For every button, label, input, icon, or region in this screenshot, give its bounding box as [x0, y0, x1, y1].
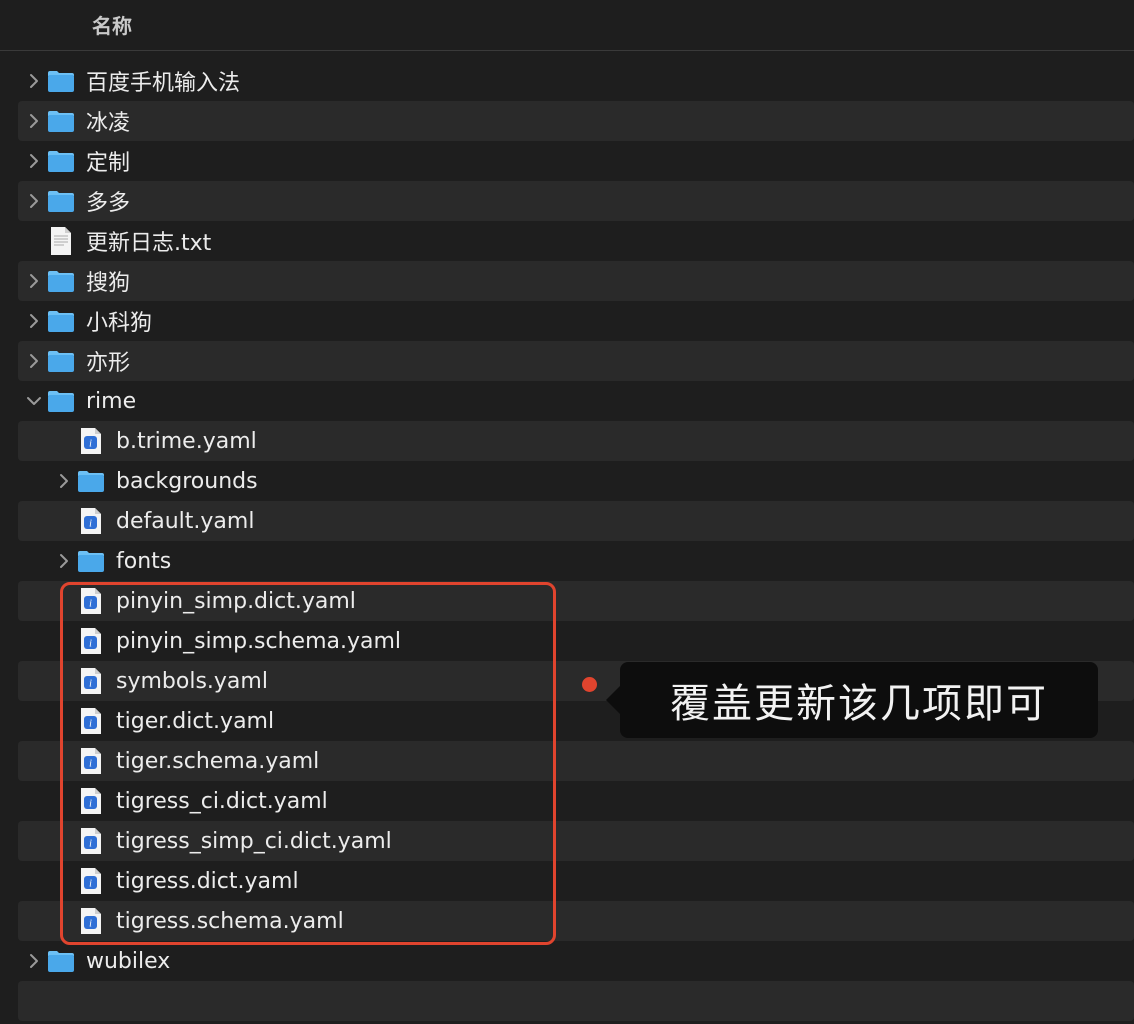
list-item[interactable]: 定制: [0, 141, 1134, 181]
folder-icon: [46, 66, 76, 96]
chevron-right-icon[interactable]: [56, 461, 72, 501]
list-item[interactable]: rime: [0, 381, 1134, 421]
chevron-down-icon[interactable]: [26, 381, 42, 421]
folder-icon: [46, 186, 76, 216]
list-item[interactable]: 多多: [0, 181, 1134, 221]
svg-text:i: i: [89, 439, 92, 450]
folder-icon: [46, 306, 76, 336]
list-item[interactable]: i b.trime.yaml: [0, 421, 1134, 461]
chevron-right-icon[interactable]: [26, 141, 42, 181]
chevron-right-icon[interactable]: [26, 301, 42, 341]
folder-icon: [46, 146, 76, 176]
item-name: 定制: [86, 151, 131, 176]
folder-icon: [76, 546, 106, 576]
item-name: wubilex: [86, 948, 171, 974]
chevron-right-icon[interactable]: [56, 541, 72, 581]
item-name: fonts: [116, 548, 172, 574]
yaml-file-icon: i: [76, 506, 106, 536]
folder-icon: [46, 946, 76, 976]
item-name: 搜狗: [86, 271, 131, 296]
empty-row: [0, 981, 1134, 1021]
text-file-icon: [46, 226, 76, 256]
item-name: 百度手机输入法: [86, 71, 241, 96]
folder-icon: [76, 466, 106, 496]
list-item[interactable]: 小科狗: [0, 301, 1134, 341]
column-header-name[interactable]: 名称: [92, 10, 132, 39]
chevron-right-icon[interactable]: [26, 341, 42, 381]
chevron-right-icon[interactable]: [26, 261, 42, 301]
folder-icon: [46, 266, 76, 296]
folder-icon: [46, 386, 76, 416]
list-item[interactable]: 更新日志.txt: [0, 221, 1134, 261]
highlight-box: [60, 582, 556, 945]
item-name: 亦形: [86, 351, 131, 376]
list-item[interactable]: backgrounds: [0, 461, 1134, 501]
list-item[interactable]: fonts: [0, 541, 1134, 581]
annotation-callout: 覆盖更新该几项即可: [606, 662, 1098, 738]
list-item[interactable]: 冰凌: [0, 101, 1134, 141]
annotation-text: 覆盖更新该几项即可: [670, 681, 1048, 727]
chevron-right-icon[interactable]: [26, 61, 42, 101]
item-name: 冰凌: [86, 111, 131, 136]
list-header: 名称: [0, 0, 1134, 51]
item-name: 小科狗: [86, 311, 153, 336]
list-item[interactable]: 搜狗: [0, 261, 1134, 301]
folder-icon: [46, 106, 76, 136]
list-item[interactable]: i default.yaml: [0, 501, 1134, 541]
folder-icon: [46, 346, 76, 376]
chevron-right-icon[interactable]: [26, 941, 42, 981]
list-item[interactable]: wubilex: [0, 941, 1134, 981]
item-name: 多多: [86, 191, 131, 216]
svg-text:i: i: [89, 519, 92, 530]
yaml-file-icon: i: [76, 426, 106, 456]
chevron-right-icon[interactable]: [26, 181, 42, 221]
item-name: backgrounds: [116, 468, 258, 494]
item-name: rime: [86, 388, 137, 414]
callout-dot: [582, 677, 597, 692]
item-name: b.trime.yaml: [116, 428, 257, 454]
chevron-right-icon[interactable]: [26, 101, 42, 141]
item-name: default.yaml: [116, 508, 255, 534]
list-item[interactable]: 百度手机输入法: [0, 61, 1134, 101]
list-item[interactable]: 亦形: [0, 341, 1134, 381]
item-name: 更新日志.txt: [86, 231, 212, 256]
